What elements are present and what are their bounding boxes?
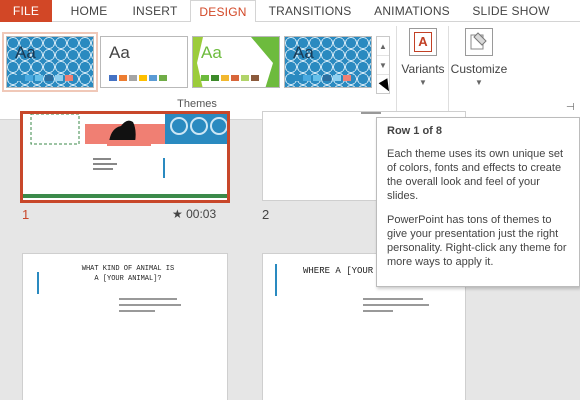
ribbon-body: Aa Aa Aa Aa ▲ ▼ ▾ Themes A Variants ▼ Cu… <box>0 22 580 120</box>
title-line-2: A [YOUR ANIMAL]? <box>94 275 162 283</box>
variants-button[interactable]: A Variants ▼ <box>400 26 446 87</box>
star-icon: ★ <box>172 207 187 221</box>
theme-sample-text: Aa <box>109 43 130 62</box>
text-line <box>363 304 429 306</box>
slide-number-1: 1 <box>22 207 30 222</box>
tab-slide-show[interactable]: SLIDE SHOW <box>466 0 556 22</box>
group-divider <box>396 26 397 114</box>
tab-animations[interactable]: ANIMATIONS <box>366 0 458 22</box>
slide-thumb-3[interactable]: WHAT KIND OF ANIMAL IS A [YOUR ANIMAL]? <box>22 253 228 400</box>
theme-sample-text: Aa <box>201 43 222 62</box>
title-line-1: WHAT KIND OF ANIMAL IS <box>81 265 175 273</box>
theme-tooltip: Row 1 of 8 Each theme uses its own uniqu… <box>376 117 580 287</box>
theme-thumb-4[interactable]: Aa <box>284 36 372 88</box>
accent-bar <box>37 272 39 294</box>
slide-thumb-1[interactable] <box>20 111 230 203</box>
tab-file[interactable]: FILE <box>0 0 52 22</box>
themes-gallery: Aa Aa Aa Aa ▲ ▼ ▾ Themes <box>0 28 394 116</box>
themes-group-label: Themes <box>177 98 217 110</box>
tab-transitions[interactable]: TRANSITIONS <box>262 0 358 22</box>
accent-bar <box>275 264 277 296</box>
chevron-up-icon[interactable]: ▲ <box>377 37 389 56</box>
customize-icon <box>465 28 493 56</box>
text-line <box>119 304 181 306</box>
variants-label: Variants <box>401 62 445 76</box>
theme-thumb-1[interactable]: Aa <box>2 32 98 92</box>
text-line <box>119 298 177 300</box>
theme-thumb-3[interactable]: Aa <box>192 36 280 88</box>
theme-sample-text: Aa <box>293 43 314 62</box>
text-line <box>363 310 393 312</box>
color-swatches <box>293 75 351 81</box>
theme-sample-text: Aa <box>15 43 36 62</box>
slide-2-line <box>361 112 381 114</box>
variants-icon: A <box>409 28 437 56</box>
tooltip-paragraph-1: Each theme uses its own unique set of co… <box>387 148 564 202</box>
dropdown-caret-icon: ▼ <box>419 78 427 87</box>
customize-label: Customize <box>450 62 508 76</box>
tab-insert[interactable]: INSERT <box>122 0 188 22</box>
color-swatches <box>15 75 73 81</box>
tooltip-paragraph-2: PowerPoint has tons of themes to give yo… <box>387 214 567 268</box>
tab-design[interactable]: DESIGN <box>190 0 256 23</box>
slide-timing-value: 00:03 <box>186 207 217 221</box>
slide-timing: ★ 00:03 <box>172 207 216 221</box>
tab-home[interactable]: HOME <box>58 0 120 22</box>
slide-3-title: WHAT KIND OF ANIMAL IS A [YOUR ANIMAL]? <box>53 264 203 284</box>
dropdown-caret-icon: ▼ <box>475 78 483 87</box>
chevron-down-icon[interactable]: ▼ <box>377 56 389 75</box>
customize-button[interactable]: Customize ▼ <box>448 26 510 87</box>
slide-1-preview <box>23 114 227 198</box>
color-swatches <box>201 75 259 81</box>
ribbon-tab-bar: FILE HOME INSERT DESIGN TRANSITIONS ANIM… <box>0 0 580 23</box>
text-line <box>119 310 155 312</box>
text-line <box>363 298 423 300</box>
theme-thumb-2[interactable]: Aa <box>100 36 188 88</box>
tooltip-title: Row 1 of 8 <box>387 125 443 137</box>
format-brush-icon <box>470 32 487 50</box>
pin-ribbon-icon[interactable]: ⊣ <box>566 102 575 113</box>
color-swatches <box>109 75 167 81</box>
slide-number-2: 2 <box>262 207 270 222</box>
